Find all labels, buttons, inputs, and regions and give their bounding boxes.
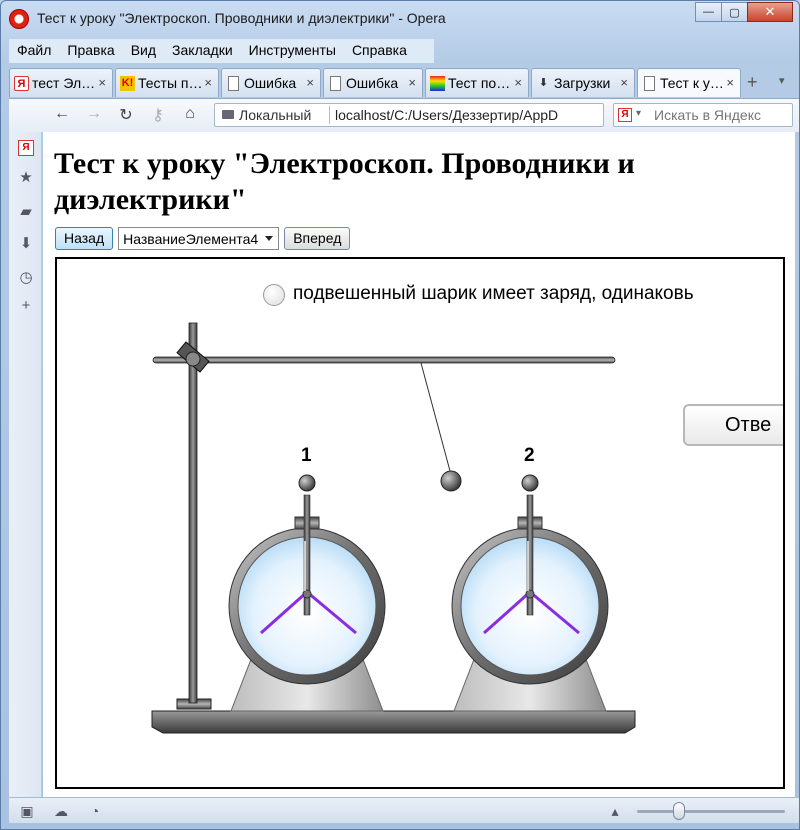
tab-close-icon[interactable]: ×: [204, 75, 212, 90]
tab-bar: Я тест Эл… × K! Тесты п… × Ошибка × Ошиб…: [9, 68, 799, 98]
close-button[interactable]: ✕: [747, 2, 793, 22]
tab-3[interactable]: Ошибка ×: [221, 68, 321, 97]
answer-button[interactable]: Отве: [683, 404, 783, 446]
key-icon[interactable]: ⚷: [147, 105, 169, 125]
view-arrow-icon[interactable]: ▴: [607, 803, 623, 819]
search-input[interactable]: [652, 106, 790, 124]
test-stage: 1 2 подвешенный шарик имеет заряд, одина…: [55, 257, 785, 789]
opera-logo-icon[interactable]: [9, 9, 29, 29]
tab-7-active[interactable]: Тест к у… ×: [637, 68, 741, 97]
tab-1[interactable]: Я тест Эл… ×: [9, 68, 113, 97]
menu-edit[interactable]: Правка: [59, 39, 122, 63]
window-title: Тест к уроку "Электроскоп. Проводники и …: [37, 10, 446, 26]
menu-bar: Файл Правка Вид Закладки Инструменты Спр…: [9, 39, 434, 63]
menu-help[interactable]: Справка: [344, 39, 415, 63]
tab-close-icon[interactable]: ×: [726, 75, 734, 90]
horizontal-bar: [152, 356, 616, 364]
reload-icon[interactable]: ↻: [115, 105, 137, 125]
location-chip[interactable]: Локальный: [219, 107, 315, 123]
tab-label: Ошибка: [346, 75, 399, 91]
downloads-icon[interactable]: ⬇: [18, 236, 34, 252]
new-tab-button[interactable]: +: [747, 72, 758, 93]
address-bar[interactable]: Локальный localhost/C:/Users/Деззертир/A…: [214, 103, 604, 127]
tab-close-icon[interactable]: ×: [620, 75, 628, 90]
tab-close-icon[interactable]: ×: [408, 75, 416, 90]
tab-label: Тест по…: [448, 75, 511, 91]
select-value: НазваниеЭлемента4: [123, 230, 259, 247]
url-text[interactable]: localhost/C:/Users/Деззертир/AppD: [335, 107, 580, 123]
chevron-down-icon: [265, 235, 274, 241]
menu-tools[interactable]: Инструменты: [241, 39, 344, 63]
cloud-icon[interactable]: ☁: [53, 803, 69, 819]
side-panel: Я ★ ▰ ⬇ ◷ +: [9, 132, 42, 797]
forward-button[interactable]: Вперед: [284, 226, 351, 250]
suspended-ball: [440, 470, 462, 492]
star-icon[interactable]: ★: [18, 170, 34, 186]
tab-label: Ошибка: [244, 75, 297, 91]
search-box[interactable]: Я ▾: [613, 103, 793, 127]
download-icon: ⬇: [538, 77, 549, 89]
electroscope-illustration: [151, 322, 636, 734]
zoom-slider-handle[interactable]: [673, 802, 685, 820]
tab-label: Загрузки: [554, 75, 611, 91]
zoom-slider[interactable]: [637, 810, 785, 813]
yandex-search-icon[interactable]: Я: [618, 108, 632, 122]
menu-file[interactable]: Файл: [9, 39, 59, 63]
tab-close-icon[interactable]: ×: [306, 75, 314, 90]
menu-bookmarks[interactable]: Закладки: [164, 39, 241, 63]
home-icon[interactable]: ⌂: [179, 105, 201, 125]
tab-close-icon[interactable]: ×: [98, 75, 106, 90]
tab-4[interactable]: Ошибка ×: [323, 68, 423, 97]
history-icon[interactable]: ◷: [18, 270, 34, 286]
address-separator: [329, 106, 330, 124]
page-content: Тест к уроку "Электроскоп. Проводники и …: [43, 132, 795, 797]
thread: [420, 362, 451, 472]
answer-radio[interactable]: [263, 284, 285, 306]
add-panel-icon[interactable]: +: [18, 298, 34, 314]
electroscope-2-label: 2: [524, 445, 535, 466]
menu-view[interactable]: Вид: [123, 39, 164, 63]
test-navigation: Назад НазваниеЭлемента4 Вперед: [55, 226, 351, 250]
tab-label: Тест к у…: [660, 75, 724, 91]
yandex-icon: Я: [14, 76, 29, 91]
forward-arrow-icon[interactable]: →: [83, 105, 105, 125]
page-icon: [228, 76, 239, 91]
back-button[interactable]: Назад: [55, 226, 114, 250]
minimize-button[interactable]: —: [695, 2, 722, 22]
k-icon: K!: [120, 76, 135, 91]
back-arrow-icon[interactable]: ←: [51, 105, 73, 125]
page-icon: [330, 76, 341, 91]
notes-icon[interactable]: ▰: [18, 204, 34, 220]
stand-rod: [188, 322, 198, 704]
tab-close-icon[interactable]: ×: [514, 75, 522, 90]
window-controls: — ▢ ✕: [695, 2, 793, 22]
page-icon: [644, 76, 655, 91]
tab-5[interactable]: Тест по… ×: [425, 68, 529, 97]
panel-toggle-icon[interactable]: ▣: [19, 803, 35, 819]
element-select[interactable]: НазваниеЭлемента4: [118, 226, 280, 250]
status-bar: ▣ ☁ ◔ ▴: [9, 797, 799, 823]
speed-dial-icon[interactable]: ◔: [87, 803, 103, 819]
answer-option-text[interactable]: подвешенный шарик имеет заряд, одинаковь: [293, 283, 694, 305]
tab-label: тест Эл…: [32, 75, 96, 91]
electroscope-1: [228, 474, 386, 712]
tab-6[interactable]: ⬇ Загрузки ×: [531, 68, 635, 97]
page-title: Тест к уроку "Электроскоп. Проводники и …: [54, 147, 635, 216]
tab-2[interactable]: K! Тесты п… ×: [115, 68, 219, 97]
title-bar: Тест к уроку "Электроскоп. Проводники и …: [1, 1, 799, 37]
navigation-bar: ← → ↻ ⚷ ⌂ Локальный localhost/C:/Users/Д…: [9, 98, 799, 132]
rainbow-icon: [430, 76, 445, 91]
browser-window: Тест к уроку "Электроскоп. Проводники и …: [0, 0, 800, 830]
search-engine-dropdown-icon[interactable]: ▾: [636, 108, 641, 119]
maximize-button[interactable]: ▢: [721, 2, 748, 22]
answer-button-label: Отве: [725, 414, 772, 436]
yandex-icon[interactable]: Я: [18, 140, 34, 156]
electroscope-2: [451, 474, 609, 712]
tab-label: Тесты п…: [138, 75, 203, 91]
electroscope-1-label: 1: [301, 445, 312, 466]
tab-list-arrow-icon[interactable]: ▾: [779, 74, 785, 87]
